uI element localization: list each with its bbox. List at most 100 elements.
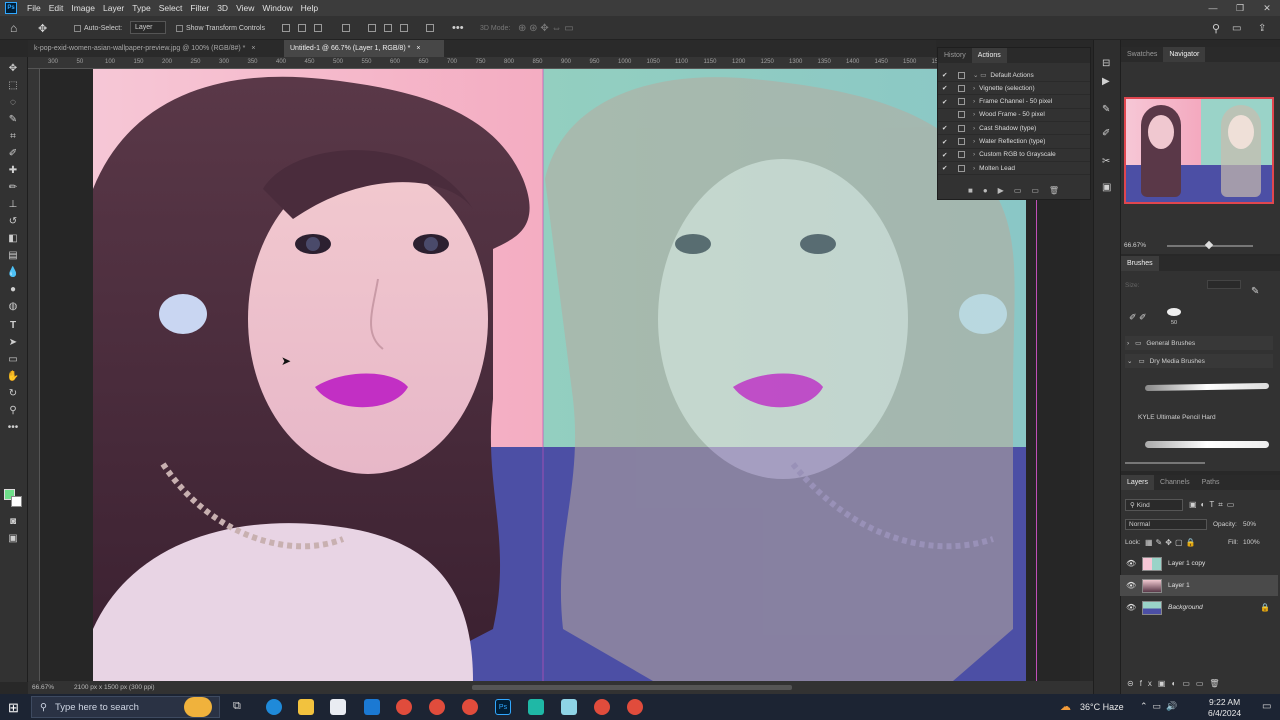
expand-icon[interactable]: › xyxy=(973,98,975,105)
brush-size-field[interactable] xyxy=(1207,280,1241,289)
more-tools-icon[interactable]: ••• xyxy=(7,421,19,433)
distribute-vertical-icon[interactable] xyxy=(426,21,434,35)
layer-row[interactable]: 👁 Layer 1 xyxy=(1120,575,1278,596)
dialog-toggle-icon[interactable] xyxy=(958,138,965,145)
tab-brushes[interactable]: Brushes xyxy=(1121,256,1159,271)
actions-controls-icon[interactable]: ■●▶▭▭🗑 xyxy=(968,186,1069,195)
dialog-toggle-icon[interactable] xyxy=(958,71,965,79)
edge-icon[interactable] xyxy=(266,699,282,715)
workspace-icon[interactable]: ▭ xyxy=(1232,21,1241,35)
visibility-eye-icon[interactable]: 👁 xyxy=(1126,603,1140,612)
system-tray-icons[interactable]: ⌃▭🔊 xyxy=(1140,701,1182,712)
action-item[interactable]: ✔ › Custom RGB to Grayscale xyxy=(938,149,1090,162)
hand-tool-icon[interactable]: ✋ xyxy=(7,370,19,382)
menu-3d[interactable]: 3D xyxy=(213,3,232,13)
brush-stroke-preview-2[interactable] xyxy=(1145,441,1269,448)
app-icon[interactable] xyxy=(528,699,544,715)
dialog-toggle-icon[interactable] xyxy=(958,164,965,172)
brush-stroke-preview[interactable] xyxy=(1144,382,1270,392)
expand-icon[interactable]: › xyxy=(973,85,975,92)
brush-group-general[interactable]: › ▭ General Brushes xyxy=(1125,336,1273,350)
action-item[interactable]: ✔ ⌄ ▭ Default Actions xyxy=(938,69,1090,82)
history-icon[interactable]: ⊟ xyxy=(1102,58,1110,69)
tab-paths[interactable]: Paths xyxy=(1196,475,1226,490)
search-icon[interactable]: ⚲ xyxy=(1212,21,1220,35)
expand-icon[interactable]: › xyxy=(973,151,975,158)
dialog-toggle-icon[interactable] xyxy=(958,151,965,159)
action-check-icon[interactable]: ✔ xyxy=(942,124,954,132)
brushes-icon[interactable]: ✐ xyxy=(1102,128,1110,139)
navigator-preview[interactable] xyxy=(1124,97,1274,204)
brush-group-dry-media[interactable]: ⌄ ▭ Dry Media Brushes xyxy=(1125,354,1273,368)
dialog-toggle-icon[interactable] xyxy=(958,98,965,106)
chrome-icon[interactable] xyxy=(627,699,643,715)
action-item[interactable]: ✔ › Frame Channel - 50 pixel xyxy=(938,96,1090,109)
layer-thumbnail[interactable] xyxy=(1142,556,1162,571)
action-check-icon[interactable]: ✔ xyxy=(942,84,954,92)
brush-preset-icon[interactable]: ✐ ✐ xyxy=(1129,312,1147,323)
eyedropper-icon[interactable]: ✐ xyxy=(7,147,19,159)
chrome-icon[interactable] xyxy=(429,699,445,715)
tab-swatches[interactable]: Swatches xyxy=(1121,47,1163,62)
history-brush-icon[interactable]: ↺ xyxy=(7,215,19,227)
type-tool-icon[interactable]: T xyxy=(7,319,19,331)
chrome-icon[interactable] xyxy=(396,699,412,715)
tab-kpop-wallpaper[interactable]: k-pop-exid-women-asian-wallpaper-preview… xyxy=(28,40,284,57)
lock-icons[interactable]: ▦✎✥▢🔒 xyxy=(1145,538,1198,547)
move-tool-icon[interactable]: ✥ xyxy=(7,62,19,74)
search-highlight-icon[interactable] xyxy=(184,697,212,717)
distribute-icon[interactable] xyxy=(342,21,350,35)
blend-mode-select[interactable]: Normal xyxy=(1125,519,1207,530)
properties-icon[interactable]: ▣ xyxy=(1102,182,1111,193)
tab-channels[interactable]: Channels xyxy=(1154,475,1196,490)
align-center-icon[interactable] xyxy=(298,21,306,35)
share-icon[interactable]: ⇪ xyxy=(1258,21,1266,35)
fill-value[interactable]: 100% xyxy=(1243,539,1260,546)
action-check-icon[interactable]: ✔ xyxy=(942,138,954,146)
menu-select[interactable]: Select xyxy=(155,3,187,13)
sponge-tool-icon[interactable]: ◍ xyxy=(7,300,19,312)
tab-history[interactable]: History xyxy=(938,48,972,63)
minimize-icon[interactable]: — xyxy=(1200,0,1226,16)
layer-filter-icons[interactable]: ▣◐T⌗▭ xyxy=(1189,500,1238,510)
action-check-icon[interactable]: ✔ xyxy=(942,151,954,159)
menu-type[interactable]: Type xyxy=(128,3,154,13)
show-transform-checkbox[interactable]: Show Transform Controls xyxy=(176,21,265,35)
layer-thumbnail[interactable] xyxy=(1142,600,1162,615)
dialog-toggle-icon[interactable] xyxy=(958,84,965,92)
brush-size-slider[interactable] xyxy=(1125,462,1205,464)
status-zoom[interactable]: 66.67% xyxy=(32,684,54,691)
navigator-zoom[interactable]: 66.67% xyxy=(1124,242,1146,249)
tab-close-icon[interactable]: × xyxy=(251,45,255,52)
action-item[interactable]: ✔ › Cast Shadow (type) xyxy=(938,122,1090,136)
brush-settings-icon[interactable]: ✎ xyxy=(1102,104,1110,115)
align-top-icon[interactable] xyxy=(368,21,376,35)
canvas-area[interactable]: ➤ xyxy=(40,69,1080,681)
action-item[interactable]: › Wood Frame - 50 pixel xyxy=(938,109,1090,122)
action-check-icon[interactable]: ✔ xyxy=(942,98,954,106)
menu-window[interactable]: Window xyxy=(258,3,296,13)
tool-presets-icon[interactable]: ✂ xyxy=(1102,156,1110,167)
layer-filter-kind[interactable]: ⚲ Kind xyxy=(1125,499,1183,511)
app-icon[interactable] xyxy=(561,699,577,715)
eraser-tool-icon[interactable]: ◧ xyxy=(7,232,19,244)
weather-icon[interactable]: ☁ xyxy=(1060,700,1071,713)
align-right-icon[interactable] xyxy=(314,21,322,35)
zoom-tool-icon[interactable]: ⚲ xyxy=(7,404,19,416)
rotate-view-icon[interactable]: ↻ xyxy=(7,387,19,399)
clock-time[interactable]: 9:22 AM xyxy=(1209,697,1240,707)
layer-name[interactable]: Background xyxy=(1168,604,1203,611)
tab-layers[interactable]: Layers xyxy=(1121,475,1155,490)
quick-select-icon[interactable]: ✎ xyxy=(7,113,19,125)
clone-stamp-icon[interactable]: ⊥ xyxy=(7,198,19,210)
layer-thumbnail[interactable] xyxy=(1142,578,1162,593)
actions-play-icon[interactable]: ▶ xyxy=(1102,76,1110,87)
windows-start-icon[interactable]: ⊞ xyxy=(8,700,19,716)
action-check-icon[interactable]: ✔ xyxy=(942,71,954,79)
action-item[interactable]: ✔ › Vignette (selection) xyxy=(938,82,1090,96)
horizontal-scrollbar[interactable] xyxy=(472,685,792,690)
store-icon[interactable] xyxy=(330,699,346,715)
clock-date[interactable]: 6/4/2024 xyxy=(1208,708,1241,718)
expand-icon[interactable]: › xyxy=(973,125,975,132)
close-icon[interactable]: ✕ xyxy=(1254,0,1280,16)
